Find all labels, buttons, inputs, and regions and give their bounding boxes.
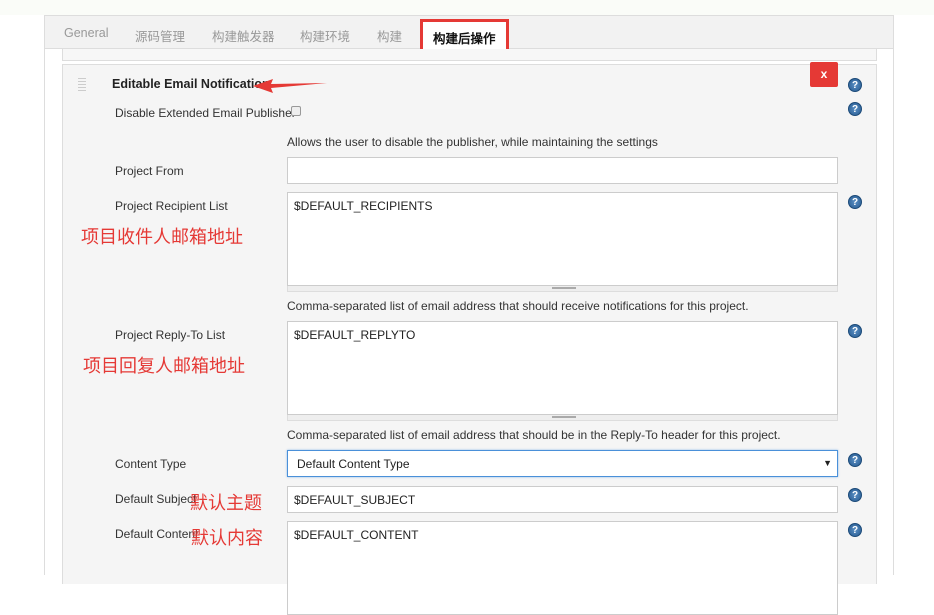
previous-section [62, 49, 877, 61]
email-notification-section: Editable Email Notification x ? Disable … [62, 62, 877, 615]
tab-general[interactable]: General [64, 26, 108, 40]
disable-publisher-description: Allows the user to disable the publisher… [287, 135, 658, 149]
delete-button[interactable]: x [810, 62, 838, 87]
arrow-annotation-icon [253, 79, 327, 93]
help-icon[interactable]: ? [848, 324, 862, 338]
help-icon[interactable]: ? [848, 453, 862, 467]
drag-handle-icon[interactable] [78, 78, 86, 92]
help-icon[interactable]: ? [848, 488, 862, 502]
help-icon[interactable]: ? [848, 523, 862, 537]
tab-post-build[interactable]: 构建后操作 [420, 19, 509, 52]
reply-to-textarea[interactable]: $DEFAULT_REPLYTO [287, 321, 838, 415]
resize-handle[interactable] [287, 286, 838, 292]
content-type-label: Content Type [115, 457, 187, 471]
tab-build[interactable]: 构建 [377, 26, 402, 45]
content-type-select[interactable]: Default Content Type ▼ [287, 450, 838, 477]
content-type-value: Default Content Type [297, 457, 410, 471]
default-subject-input[interactable]: $DEFAULT_SUBJECT [287, 486, 838, 513]
project-from-label: Project From [115, 164, 184, 178]
reply-to-label: Project Reply-To List [115, 328, 226, 342]
dropdown-arrow-icon: ▼ [823, 458, 832, 468]
top-strip [0, 0, 934, 15]
default-content-label: Default Content [115, 527, 199, 541]
resize-handle[interactable] [287, 415, 838, 421]
default-subject-label: Default Subject [115, 492, 197, 506]
help-icon[interactable]: ? [848, 78, 862, 92]
recipient-list-textarea[interactable]: $DEFAULT_RECIPIENTS [287, 192, 838, 286]
tab-scm[interactable]: 源码管理 [135, 26, 185, 45]
subject-annotation: 默认主题 [190, 493, 262, 514]
config-panel: General 源码管理 构建触发器 构建环境 构建 构建后操作 Editabl… [44, 15, 894, 615]
default-content-textarea[interactable]: $DEFAULT_CONTENT [287, 521, 838, 615]
content-annotation: 默认内容 [191, 528, 263, 549]
disable-publisher-checkbox[interactable] [291, 106, 301, 116]
disable-publisher-label: Disable Extended Email Publisher [115, 106, 296, 120]
project-from-input[interactable] [287, 157, 838, 184]
tab-triggers[interactable]: 构建触发器 [212, 26, 275, 45]
help-icon[interactable]: ? [848, 195, 862, 209]
section-title: Editable Email Notification [112, 77, 270, 91]
reply-to-annotation: 项目回复人邮箱地址 [83, 356, 245, 377]
help-icon[interactable]: ? [848, 102, 862, 116]
recipient-list-description: Comma-separated list of email address th… [287, 299, 749, 313]
tab-bar: General 源码管理 构建触发器 构建环境 构建 构建后操作 [45, 16, 893, 52]
recipient-list-label: Project Recipient List [115, 199, 228, 213]
reply-to-description: Comma-separated list of email address th… [287, 428, 781, 442]
recipient-annotation: 项目收件人邮箱地址 [81, 227, 243, 248]
tab-environment[interactable]: 构建环境 [300, 26, 350, 45]
